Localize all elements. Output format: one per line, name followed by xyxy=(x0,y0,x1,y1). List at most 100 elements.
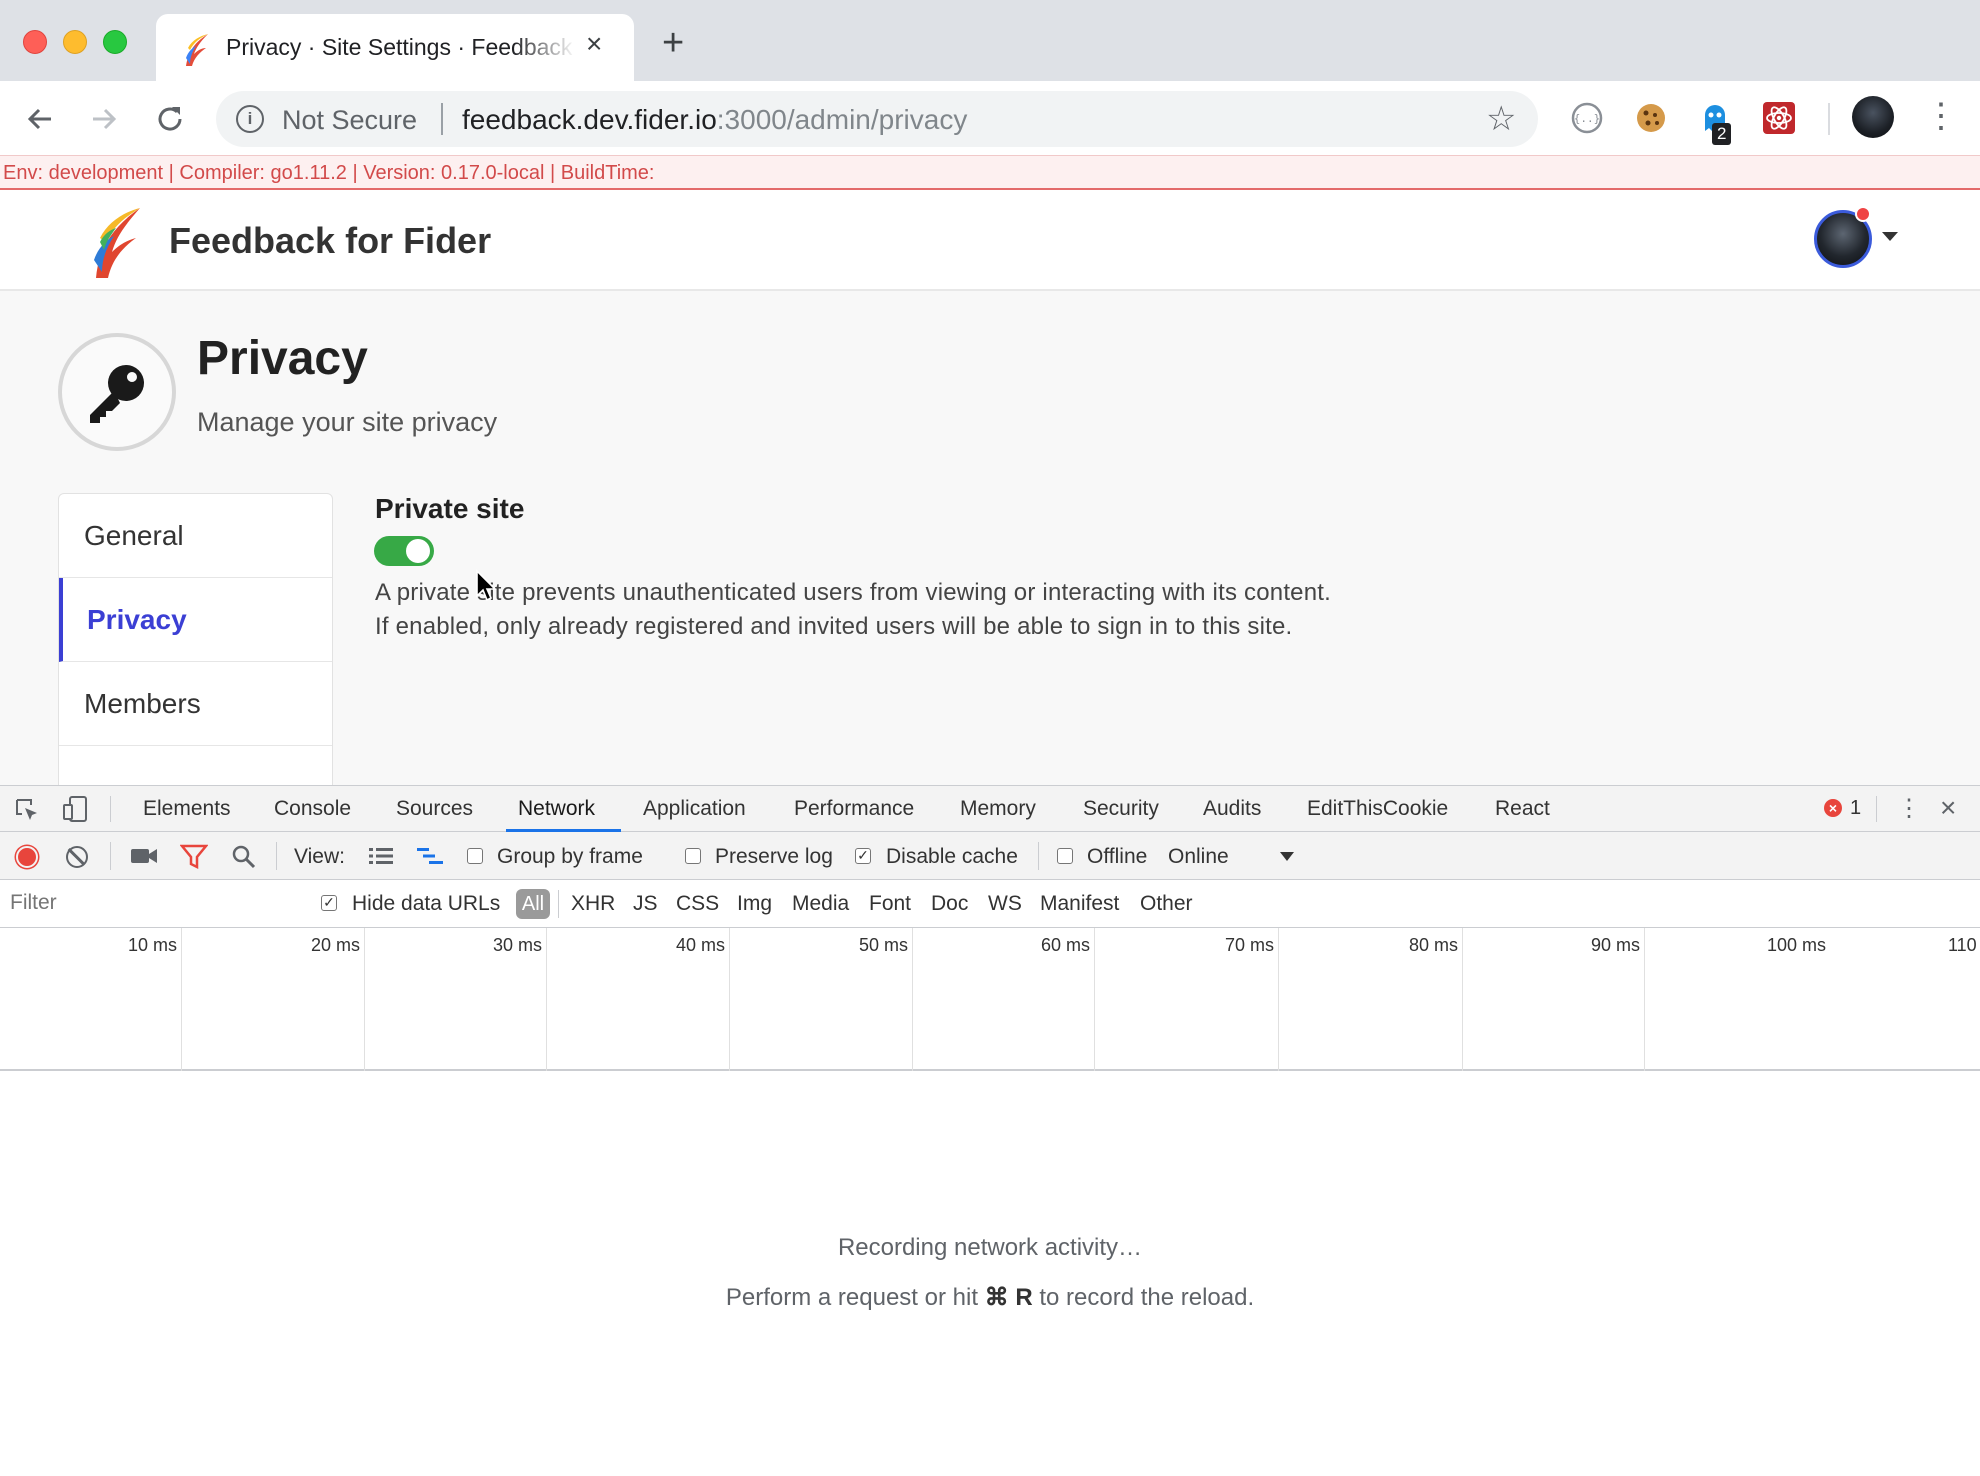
more-options-icon[interactable]: ⋮ xyxy=(1897,794,1921,823)
tab-editthiscookie[interactable]: EditThisCookie xyxy=(1307,797,1448,821)
tab-network[interactable]: Network xyxy=(518,797,595,821)
disable-cache-checkbox[interactable]: ✓ xyxy=(855,848,871,864)
filter-type-css[interactable]: CSS xyxy=(676,892,719,916)
filter-type-font[interactable]: Font xyxy=(869,892,911,916)
close-window-button[interactable] xyxy=(23,30,47,54)
devtools-panel: Elements Console Sources Network Applica… xyxy=(0,785,1980,1476)
page-body: Privacy Manage your site privacy General… xyxy=(0,291,1980,785)
tab-application[interactable]: Application xyxy=(643,797,746,821)
info-icon[interactable]: i xyxy=(236,105,264,133)
network-overview-timeline[interactable]: 10 ms 20 ms 30 ms 40 ms 50 ms 60 ms 70 m… xyxy=(0,928,1980,1071)
minimize-window-button[interactable] xyxy=(63,30,87,54)
react-extension-icon[interactable] xyxy=(1760,99,1798,137)
inspect-element-icon[interactable] xyxy=(14,797,40,823)
recording-hint: Perform a request or hit ⌘ R to record t… xyxy=(725,1284,1255,1311)
menu-dots-icon[interactable]: ⋮ xyxy=(1924,99,1958,133)
timeline-tick-label: 50 ms xyxy=(858,935,908,955)
recording-status: Recording network activity… xyxy=(837,1234,1143,1261)
tab-close-icon[interactable]: × xyxy=(586,30,602,58)
timeline-gridline xyxy=(546,928,547,1071)
error-count[interactable]: 1 xyxy=(1850,797,1861,820)
browser-tab[interactable]: Privacy · Site Settings · Feedback for F… xyxy=(156,14,634,81)
preserve-log-checkbox[interactable] xyxy=(685,848,701,864)
disable-cache-label[interactable]: Disable cache xyxy=(886,845,1018,869)
toolbar-divider xyxy=(110,796,111,822)
group-by-frame-label[interactable]: Group by frame xyxy=(497,845,643,869)
tab-security[interactable]: Security xyxy=(1083,797,1159,821)
tab-sources[interactable]: Sources xyxy=(396,797,473,821)
throttling-select[interactable]: Online xyxy=(1168,845,1229,869)
private-site-toggle[interactable] xyxy=(374,536,434,566)
cookie-extension-icon[interactable] xyxy=(1632,99,1670,137)
address-bar[interactable]: i Not Secure feedback.dev.fider.io:3000/… xyxy=(216,91,1538,147)
site-name[interactable]: Feedback for Fider xyxy=(169,220,491,262)
group-by-frame-checkbox[interactable] xyxy=(467,848,483,864)
filter-type-img[interactable]: Img xyxy=(737,892,772,916)
tab-react[interactable]: React xyxy=(1495,797,1550,821)
hide-data-urls-label[interactable]: Hide data URLs xyxy=(352,892,500,916)
timeline-gridline xyxy=(1094,928,1095,1071)
forward-icon[interactable] xyxy=(84,99,124,139)
search-icon[interactable] xyxy=(231,844,257,870)
filter-type-all[interactable]: All xyxy=(516,889,550,919)
site-header: Feedback for Fider xyxy=(0,190,1980,291)
offline-checkbox[interactable] xyxy=(1057,848,1073,864)
waterfall-overview-icon[interactable] xyxy=(416,846,444,866)
menu-item-privacy[interactable]: Privacy xyxy=(59,578,332,662)
menu-item-members[interactable]: Members xyxy=(59,662,332,746)
profile-avatar[interactable] xyxy=(1852,96,1894,138)
tab-console[interactable]: Console xyxy=(274,797,351,821)
filter-type-other[interactable]: Other xyxy=(1140,892,1193,916)
star-icon[interactable]: ☆ xyxy=(1486,99,1516,139)
device-toolbar-icon[interactable] xyxy=(62,795,90,823)
tab-performance[interactable]: Performance xyxy=(794,797,914,821)
screenshot-camera-icon[interactable] xyxy=(130,845,158,867)
url-text[interactable]: feedback.dev.fider.io:3000/admin/privacy xyxy=(462,104,967,136)
filter-type-xhr[interactable]: XHR xyxy=(571,892,615,916)
tab-elements[interactable]: Elements xyxy=(143,797,231,821)
filter-type-doc[interactable]: Doc xyxy=(931,892,968,916)
caret-down-icon[interactable] xyxy=(1882,232,1898,241)
new-tab-icon[interactable]: + xyxy=(662,24,684,62)
timeline-tick-label: 30 ms xyxy=(492,935,542,955)
timeline-gridline xyxy=(1278,928,1279,1071)
offline-label[interactable]: Offline xyxy=(1087,845,1147,869)
mouse-cursor-icon xyxy=(476,569,497,602)
reload-shortcut: ⌘ R xyxy=(984,1284,1033,1311)
close-devtools-icon[interactable]: × xyxy=(1940,792,1956,824)
tab-memory[interactable]: Memory xyxy=(960,797,1036,821)
large-rows-icon[interactable] xyxy=(368,846,394,866)
filter-type-ws[interactable]: WS xyxy=(988,892,1022,916)
menu-item-general[interactable]: General xyxy=(59,494,332,578)
filter-icon[interactable] xyxy=(180,844,208,870)
record-button[interactable] xyxy=(16,846,38,868)
toolbar-divider xyxy=(1876,796,1877,822)
filter-type-media[interactable]: Media xyxy=(792,892,849,916)
timeline-gridline xyxy=(912,928,913,1071)
preserve-log-label[interactable]: Preserve log xyxy=(715,845,833,869)
filter-type-manifest[interactable]: Manifest xyxy=(1040,892,1119,916)
maximize-window-button[interactable] xyxy=(103,30,127,54)
toolbar-divider xyxy=(276,842,277,870)
reload-icon[interactable] xyxy=(150,99,190,139)
filter-input[interactable] xyxy=(4,888,300,918)
hide-data-urls-checkbox[interactable]: ✓ xyxy=(321,895,337,911)
json-extension-icon[interactable]: {..} xyxy=(1568,99,1606,137)
clear-icon[interactable] xyxy=(66,846,88,868)
toolbar-divider xyxy=(1828,103,1830,135)
back-icon[interactable] xyxy=(20,99,60,139)
notification-dot xyxy=(1855,206,1871,222)
settings-side-menu: General Privacy Members xyxy=(58,493,333,785)
timeline-gridline xyxy=(1644,928,1645,1071)
fider-logo-icon[interactable] xyxy=(86,204,142,280)
error-icon[interactable]: × xyxy=(1824,799,1842,817)
setting-description-line2: If enabled, only already registered and … xyxy=(375,613,1293,640)
address-divider xyxy=(441,103,443,135)
timeline-tick-label: 20 ms xyxy=(310,935,360,955)
filter-type-js[interactable]: JS xyxy=(633,892,658,916)
tab-audits[interactable]: Audits xyxy=(1203,797,1261,821)
key-icon xyxy=(58,333,176,451)
chevron-down-icon[interactable] xyxy=(1280,852,1294,861)
timeline-gridline xyxy=(364,928,365,1071)
menu-item-cutoff[interactable] xyxy=(59,746,332,785)
